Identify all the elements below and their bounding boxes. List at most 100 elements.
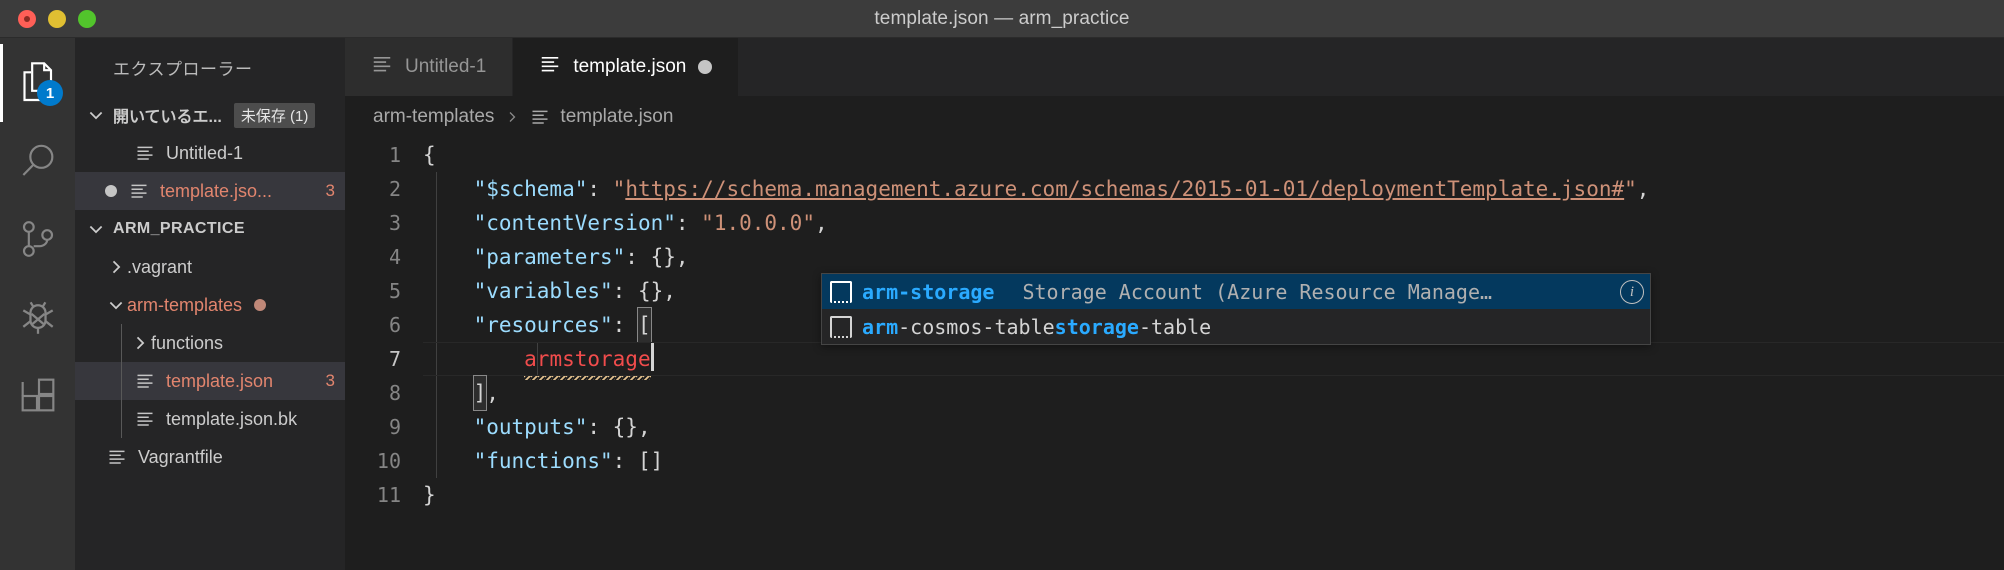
line-number: 2: [388, 177, 401, 201]
chevron-right-icon: [129, 332, 151, 354]
json-file-icon: [133, 143, 157, 163]
tree-item-template-json[interactable]: template.json 3: [75, 362, 345, 400]
json-file-icon: [105, 447, 129, 467]
suggest-item-arm-storage[interactable]: arm-storage Storage Account (Azure Resou…: [822, 274, 1650, 309]
code-line-9: 9 "outputs": {},: [345, 410, 2004, 444]
breadcrumb-file[interactable]: template.json: [560, 106, 673, 128]
json-key: "functions": [473, 449, 613, 473]
code-line-text: "functions": []: [423, 444, 2004, 478]
activity-item-explorer[interactable]: 1: [0, 44, 75, 122]
line-number: 4: [388, 245, 401, 269]
line-number: 3: [388, 211, 401, 235]
open-editor-untitled-1[interactable]: Untitled-1: [75, 134, 345, 172]
minimize-button[interactable]: [48, 9, 66, 28]
folder-root-label: ARM_PRACTICE: [113, 220, 245, 237]
activity-item-run-and-debug[interactable]: [0, 278, 75, 356]
json-file-icon: [133, 371, 157, 391]
close-button[interactable]: [18, 9, 36, 28]
json-file-icon: [371, 53, 393, 81]
explorer-sidebar: エクスプローラー 開いているエ... 未保存 (1) Untitled-1 te…: [75, 38, 345, 570]
problem-count-badge: 3: [325, 371, 335, 390]
tab-template-json[interactable]: template.json: [513, 38, 740, 96]
code-line-text: "outputs": {},: [423, 410, 2004, 444]
suggest-item-label: arm-cosmos-tablestorage-table: [862, 310, 1211, 344]
suggest-label-match: storage: [1054, 314, 1139, 339]
breadcrumb-folder[interactable]: arm-templates: [373, 106, 494, 128]
chevron-down-icon: [85, 104, 107, 126]
code-line-text: {: [423, 143, 436, 167]
json-key: "variables": [473, 279, 613, 303]
dirty-indicator-icon: [105, 185, 117, 197]
code-line-11: 11 }: [345, 478, 2004, 512]
editor-tabs-bar: Untitled-1 template.json: [345, 38, 2004, 96]
code-line-2: 2 "$schema": "https://schema.management.…: [345, 172, 2004, 206]
unsaved-count-badge: 未保存 (1): [233, 102, 316, 128]
breadcrumb: arm-templates template.json: [345, 96, 2004, 138]
chevron-down-icon: [85, 218, 107, 240]
json-file-icon: [539, 53, 561, 81]
bracket-match-close: ]: [472, 375, 488, 411]
suggest-item-arm-cosmos-tablestorage-table[interactable]: arm-cosmos-tablestorage-table: [822, 309, 1650, 344]
tab-untitled-1[interactable]: Untitled-1: [345, 38, 514, 96]
line-number: 9: [388, 415, 401, 439]
line-number: 6: [388, 313, 401, 337]
tree-item-label: template.json: [166, 370, 274, 391]
json-key: "parameters": [473, 245, 626, 269]
tree-item-vagrant-folder[interactable]: .vagrant: [75, 248, 345, 286]
info-icon[interactable]: i: [1620, 279, 1644, 304]
line-number: 8: [388, 381, 401, 405]
code-line-text: "contentVersion": "1.0.0.0",: [423, 206, 2004, 240]
json-file-icon: [133, 409, 157, 429]
code-line-3: 3 "contentVersion": "1.0.0.0",: [345, 206, 2004, 240]
folder-modified-dot-icon: [254, 299, 267, 311]
activity-item-source-control[interactable]: [0, 200, 75, 278]
tree-item-functions-folder[interactable]: functions: [75, 324, 345, 362]
tree-item-label: .vagrant: [127, 256, 193, 277]
json-value: : []: [612, 449, 664, 473]
json-key: "contentVersion": [473, 211, 676, 235]
extensions-icon: [18, 375, 58, 415]
problem-count-badge: 3: [325, 181, 335, 200]
json-string-value: "1.0.0.0": [701, 211, 815, 235]
chevron-right-icon: [504, 109, 520, 125]
suggest-label-prefix: arm: [862, 279, 899, 304]
tree-item-template-json-bk[interactable]: template.json.bk: [75, 400, 345, 438]
json-key: "outputs": [473, 415, 588, 439]
error-token-armstorage: armstorage: [524, 342, 652, 380]
code-line-4: 4 "parameters": {},: [345, 240, 2004, 274]
tree-item-vagrantfile[interactable]: Vagrantfile: [75, 438, 345, 476]
section-folder-root[interactable]: ARM_PRACTICE: [75, 210, 345, 248]
json-file-icon: [127, 181, 151, 201]
tree-item-arm-templates-folder[interactable]: arm-templates: [75, 286, 345, 324]
tab-dirty-indicator-icon[interactable]: [698, 60, 713, 74]
activity-item-search[interactable]: [0, 122, 75, 200]
workbench: 1 エクスプローラー 開いているエ... 未保存 (1) Untitled-1 …: [0, 38, 2004, 570]
code-line-text: "parameters": {},: [423, 240, 2004, 274]
tabs-filler: [739, 38, 2004, 96]
code-line-10: 10 "functions": []: [345, 444, 2004, 478]
json-file-icon: [530, 107, 550, 127]
suggest-label-mid: -cosmos-table: [898, 314, 1055, 339]
code-line-text: ],: [423, 375, 2004, 411]
suggest-widget[interactable]: arm-storage Storage Account (Azure Resou…: [821, 273, 1651, 345]
schema-url-link[interactable]: https://schema.management.azure.com/sche…: [625, 177, 1624, 201]
code-editor[interactable]: 1 { 2 "$schema": "https://schema.managem…: [345, 138, 2004, 570]
tree-item-label: functions: [151, 332, 224, 353]
open-editor-label: template.jso...: [160, 180, 273, 201]
window-title: template.json — arm_practice: [874, 7, 1130, 29]
section-open-editors[interactable]: 開いているエ... 未保存 (1): [75, 96, 345, 134]
json-value: }: [423, 483, 436, 507]
code-line-8: 8 ],: [345, 375, 2004, 411]
open-editor-template-json[interactable]: template.jso... 3: [75, 172, 345, 210]
zoom-button[interactable]: [78, 9, 96, 28]
activity-item-extensions[interactable]: [0, 356, 75, 434]
window-title-bar: template.json — arm_practice: [0, 0, 2004, 38]
suggest-label-match: -storage: [898, 279, 995, 304]
json-key: "$schema": [473, 177, 588, 201]
open-editors-label: 開いているエ...: [113, 109, 222, 126]
snippet-icon: [830, 280, 852, 303]
line-number: 10: [376, 449, 401, 473]
indent-guide: [121, 400, 122, 438]
suggest-label-suffix: -table: [1138, 314, 1212, 339]
tree-item-label: arm-templates: [127, 294, 243, 315]
